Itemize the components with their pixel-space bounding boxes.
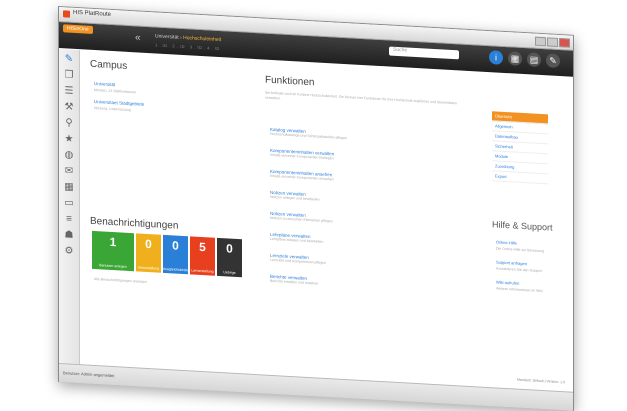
function-item: Komponenteninhalten ansehen Inhalte einze…: [270, 169, 334, 182]
calendar-icon[interactable]: ▦: [63, 181, 75, 194]
minimize-button[interactable]: [535, 36, 546, 47]
functions-title: Funktionen: [265, 74, 315, 89]
tile-label: Veranstaltung: [137, 265, 160, 271]
breadcrumb: Universität › Hochschuleinheit: [155, 33, 221, 43]
help-link-description: Die Online-Hilfe zur Benutzung: [496, 246, 545, 254]
info-icon[interactable]: i: [489, 50, 503, 65]
edit-icon[interactable]: ✎: [546, 53, 560, 69]
org-chart-icon[interactable]: ▦: [508, 51, 522, 66]
tile-count: 5: [199, 239, 206, 255]
window-title: HIS PlatRoute: [73, 9, 112, 18]
layers-icon[interactable]: ☰: [63, 85, 75, 98]
functions-intro: Sie befinden sich im Kontext Hochschulei…: [265, 90, 457, 106]
function-item: Notizen verwalten Notizen anlegen und bea…: [270, 190, 320, 202]
help-link[interactable]: Online-Hilfe: [496, 239, 517, 245]
campus-link-2-sub: Nutzung, Liniennutzung: [94, 106, 131, 113]
function-item: Berichte verwalten Berichte erstellen und…: [270, 274, 318, 286]
tile-label: Benutzer anlegen: [99, 263, 127, 269]
search-input[interactable]: Suche: [389, 46, 459, 60]
function-item: Notizen verwalten Notizen zu einzelnen El…: [270, 211, 333, 224]
tile-count: 0: [172, 238, 179, 253]
copy-icon[interactable]: ❐: [63, 69, 75, 82]
tile-count: 0: [226, 241, 233, 256]
close-button[interactable]: [559, 38, 570, 48]
breadcrumb-item-2[interactable]: Hochschuleinheit: [183, 35, 221, 43]
help-link-description: Weitere Informationen im Wiki: [496, 286, 543, 294]
search-icon[interactable]: ⚲: [63, 117, 75, 130]
notifications-link[interactable]: Alle Benachrichtigungen anzeigen: [94, 277, 147, 284]
breadcrumb-item-1[interactable]: Universität: [155, 33, 179, 40]
tile-label: Ausgleichsbedarf: [163, 266, 190, 273]
help-link[interactable]: Wiki aufrufen: [496, 279, 519, 285]
back-icon[interactable]: «: [135, 32, 141, 43]
notification-tile[interactable]: 0 Uebrige: [217, 237, 242, 278]
breadcrumb-separator: ›: [180, 34, 182, 41]
tile-count: 1: [109, 234, 117, 250]
app-icon: [63, 10, 70, 18]
function-item: Katalog verwalten Hochschulkataloge und S…: [270, 127, 347, 140]
app-window: HIS PlatRoute HISinOne « Universität › H…: [58, 6, 574, 411]
gear-icon[interactable]: ⚙: [63, 245, 75, 258]
tile-label: Lernerstellung: [191, 268, 214, 274]
users-icon[interactable]: ☗: [63, 229, 75, 242]
wrench-icon[interactable]: ⚒: [63, 101, 75, 114]
left-sidebar: ✎ ❐ ☰ ⚒ ⚲ ★ ◍ ✉ ▦ ▭ ≡ ☗ ⚙: [59, 49, 80, 365]
campus-link-1[interactable]: Universität: [94, 81, 115, 87]
list-icon[interactable]: ≡: [63, 213, 75, 226]
notification-tile[interactable]: 0 Ausgleichsbedarf: [163, 234, 190, 275]
tile-label: Uebrige: [223, 270, 236, 275]
notification-tile[interactable]: 0 Veranstaltung: [136, 233, 161, 273]
window-icon[interactable]: ▭: [63, 197, 75, 210]
help-link[interactable]: Support anfragen: [496, 259, 527, 266]
help-title: Hilfe & Support: [492, 219, 553, 233]
function-item: Lehrpläne verwalten Lehrpläne anlegen und…: [270, 232, 323, 244]
help-link-description: Kontaktieren Sie den Support: [496, 266, 542, 274]
campus-link-1-sub: Mensen, 23 Stellfunktionen: [94, 88, 137, 95]
chat-icon[interactable]: ✉: [63, 165, 75, 178]
status-left: Benutzer: Admin angemeldet: [63, 370, 115, 379]
notification-tiles: 1 Benutzer anlegen 0 Veranstaltung 0 Ausgleic…: [92, 230, 242, 278]
breadcrumb-path: 1 . ID . 2 . ID . 3 . ID . 4 . ID: [155, 42, 220, 52]
main-content: Campus Universität Mensen, 23 Stellfunkt…: [80, 50, 573, 392]
notification-tile[interactable]: 1 Benutzer anlegen: [92, 230, 134, 272]
tile-count: 0: [145, 236, 152, 252]
right-nav-item[interactable]: Export: [492, 171, 548, 185]
brand-tag[interactable]: HISinOne: [63, 24, 93, 34]
function-item: Komponenteninhalten verwalten Inhalte ein…: [270, 148, 334, 161]
notification-tile[interactable]: 5 Lernerstellung: [190, 236, 215, 276]
maximize-button[interactable]: [547, 37, 558, 47]
right-navigation: Übersicht Allgemein Datenaufbau Sicherheit M…: [492, 111, 548, 185]
print-icon[interactable]: ▤: [527, 52, 541, 68]
toolbar-icons: i ▦ ▤ ✎: [489, 50, 560, 69]
pencil-icon[interactable]: ✎: [63, 53, 75, 66]
campus-title: Campus: [90, 58, 128, 72]
globe-icon[interactable]: ◍: [63, 149, 75, 162]
function-item: Lernziele verwalten Lernziele und Kompete…: [270, 253, 326, 265]
star-icon[interactable]: ★: [63, 133, 75, 146]
notifications-title: Benachrichtigungen: [90, 215, 179, 232]
